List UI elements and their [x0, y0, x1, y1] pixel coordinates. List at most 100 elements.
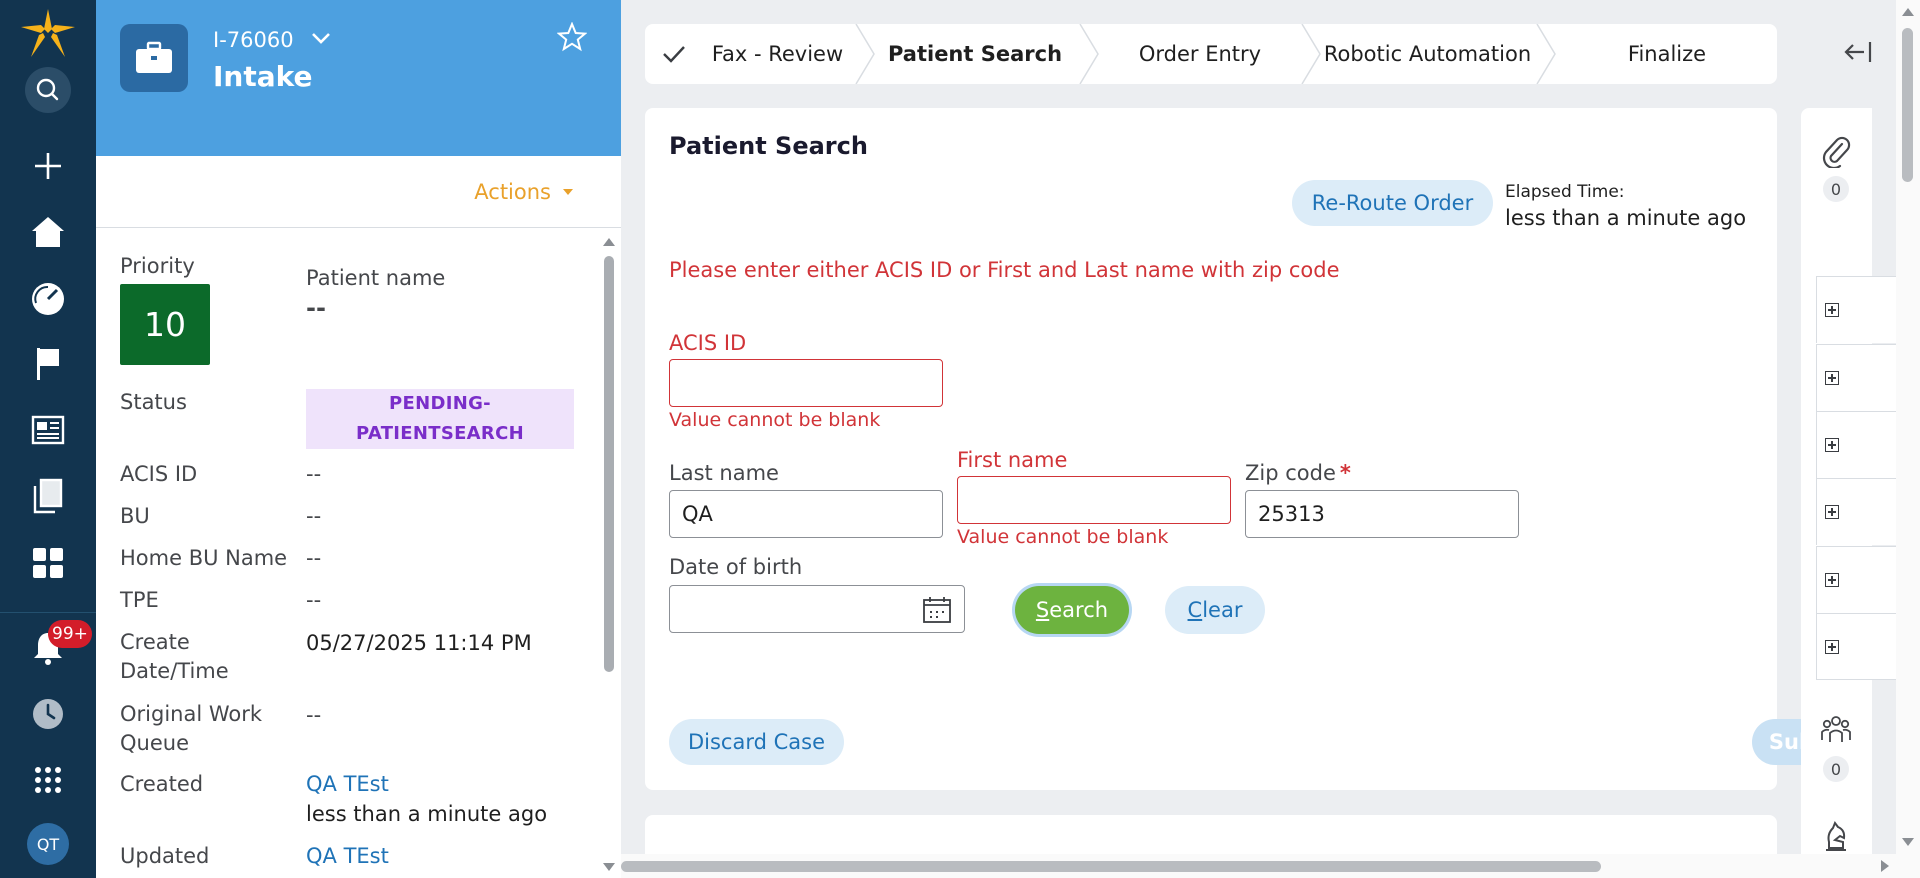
- expand-plus-icon[interactable]: [1825, 371, 1839, 385]
- step-fax-review[interactable]: Fax - Review: [645, 24, 860, 84]
- collapse-panel-icon[interactable]: [1843, 40, 1873, 68]
- create-datetime-label-2: Date/Time: [120, 659, 229, 683]
- logo-icon[interactable]: [0, 4, 96, 64]
- utility-expander[interactable]: [1816, 411, 1898, 478]
- created-when: less than a minute ago: [306, 802, 548, 826]
- clear-label-rest: lear: [1202, 598, 1243, 622]
- scroll-down-arrow-icon[interactable]: [603, 863, 615, 871]
- case-id: I-76060: [213, 28, 294, 52]
- priority-label: Priority: [120, 254, 195, 278]
- case-summary-panel: I-76060 Intake Actions Priority 10 Patie…: [96, 0, 621, 878]
- flag-icon[interactable]: [0, 336, 96, 392]
- utility-expander[interactable]: [1816, 546, 1898, 613]
- scroll-up-arrow-icon[interactable]: [1902, 8, 1914, 16]
- patient-name-label: Patient name: [306, 266, 446, 290]
- step-divider: [1536, 24, 1556, 84]
- first-name-label: First name: [957, 448, 1068, 472]
- step-label: Robotic Automation: [1323, 42, 1532, 66]
- actions-row: Actions: [96, 156, 621, 228]
- chevron-down-icon[interactable]: [309, 26, 333, 54]
- create-datetime-value: 05/27/2025 11:14 PM: [306, 631, 532, 655]
- validation-error-message: Please enter either ACIS ID or First and…: [669, 258, 1340, 282]
- scroll-down-arrow-icon[interactable]: [1902, 838, 1914, 846]
- tpe-label: TPE: [120, 588, 159, 612]
- original-work-queue-label-1: Original Work: [120, 702, 263, 726]
- actions-menu-button[interactable]: Actions: [474, 180, 573, 204]
- status-line-2: PATIENTSEARCH: [356, 423, 524, 444]
- last-name-label: Last name: [669, 461, 779, 485]
- paperclip-attachments-icon[interactable]: [1821, 134, 1851, 172]
- utility-expander[interactable]: [1816, 276, 1898, 343]
- acis-id-error: Value cannot be blank: [669, 409, 881, 431]
- case-panel-scrollbar[interactable]: [597, 232, 621, 878]
- user-avatar[interactable]: QT: [0, 816, 96, 872]
- date-of-birth-label: Date of birth: [669, 555, 803, 579]
- created-by-link[interactable]: QA TEst: [306, 770, 389, 799]
- search-accesskey: S: [1035, 598, 1050, 622]
- priority-value: 10: [120, 284, 210, 365]
- reports-icon[interactable]: [0, 402, 96, 458]
- scroll-thumb[interactable]: [1902, 28, 1913, 182]
- acis-id-input[interactable]: [669, 359, 943, 407]
- step-robotic-automation[interactable]: Robotic Automation: [1320, 24, 1535, 84]
- search-icon[interactable]: [0, 62, 96, 118]
- utility-expander[interactable]: [1816, 613, 1898, 680]
- expand-plus-icon[interactable]: [1825, 438, 1839, 452]
- original-work-queue-label: Original Work Queue: [120, 700, 262, 758]
- followers-people-icon[interactable]: [1820, 714, 1852, 748]
- chess-knight-icon[interactable]: [1823, 820, 1849, 856]
- last-name-input[interactable]: QA: [669, 490, 943, 538]
- actions-label: Actions: [474, 180, 551, 204]
- reroute-order-button[interactable]: Re-Route Order: [1292, 180, 1493, 226]
- updated-by-link[interactable]: QA TEst: [306, 842, 389, 871]
- step-label: Order Entry: [1138, 42, 1262, 66]
- first-name-input[interactable]: [957, 476, 1231, 524]
- original-work-queue-value: --: [306, 703, 322, 727]
- expand-plus-icon[interactable]: [1825, 573, 1839, 587]
- status-label: Status: [120, 390, 187, 414]
- utility-expander[interactable]: [1816, 344, 1898, 411]
- utility-expander[interactable]: [1816, 478, 1898, 545]
- caret-down-icon: [563, 189, 573, 195]
- create-datetime-label-1: Create: [120, 630, 190, 654]
- clear-button[interactable]: Clear: [1165, 586, 1265, 634]
- elapsed-time-label: Elapsed Time:: [1505, 182, 1625, 202]
- documents-icon[interactable]: [0, 468, 96, 524]
- history-clock-icon[interactable]: [0, 686, 96, 742]
- add-icon[interactable]: [0, 138, 96, 194]
- star-favorite-icon[interactable]: [556, 21, 588, 56]
- apps-grid-icon[interactable]: [0, 535, 96, 591]
- expand-plus-icon[interactable]: [1825, 505, 1839, 519]
- acis-id-value: --: [306, 462, 322, 486]
- search-button[interactable]: Search: [1015, 586, 1129, 634]
- page-horizontal-scrollbar[interactable]: [621, 854, 1896, 878]
- clear-accesskey: C: [1187, 598, 1203, 622]
- acis-id-field-label: ACIS ID: [669, 331, 747, 355]
- expand-plus-icon[interactable]: [1825, 303, 1839, 317]
- home-icon[interactable]: [0, 204, 96, 260]
- more-apps-icon[interactable]: [0, 752, 96, 808]
- case-title: Intake: [213, 60, 313, 93]
- page-vertical-scrollbar[interactable]: [1896, 0, 1920, 878]
- zip-code-input[interactable]: 25313: [1245, 490, 1519, 538]
- expand-plus-icon[interactable]: [1825, 640, 1839, 654]
- followers-count: 0: [1823, 756, 1849, 782]
- form-title: Patient Search: [669, 132, 868, 160]
- dashboard-icon[interactable]: [0, 271, 96, 327]
- scroll-thumb[interactable]: [604, 256, 614, 672]
- calendar-icon[interactable]: [922, 596, 952, 624]
- scroll-thumb[interactable]: [621, 861, 1601, 872]
- patient-name-value: --: [306, 294, 326, 322]
- scroll-up-arrow-icon[interactable]: [603, 238, 615, 246]
- step-finalize[interactable]: Finalize: [1557, 24, 1777, 84]
- bu-value: --: [306, 504, 322, 528]
- scroll-right-arrow-icon[interactable]: [1881, 860, 1889, 872]
- date-of-birth-input[interactable]: [669, 585, 965, 633]
- step-patient-search[interactable]: Patient Search: [870, 24, 1080, 84]
- zip-code-label-text: Zip code: [1245, 461, 1336, 485]
- patient-search-card: Patient Search Re-Route Order Elapsed Ti…: [645, 108, 1870, 790]
- notifications-badge: 99+: [48, 620, 92, 648]
- status-badge: PENDING- PATIENTSEARCH: [306, 389, 574, 449]
- step-order-entry[interactable]: Order Entry: [1100, 24, 1300, 84]
- discard-case-button[interactable]: Discard Case: [669, 719, 844, 765]
